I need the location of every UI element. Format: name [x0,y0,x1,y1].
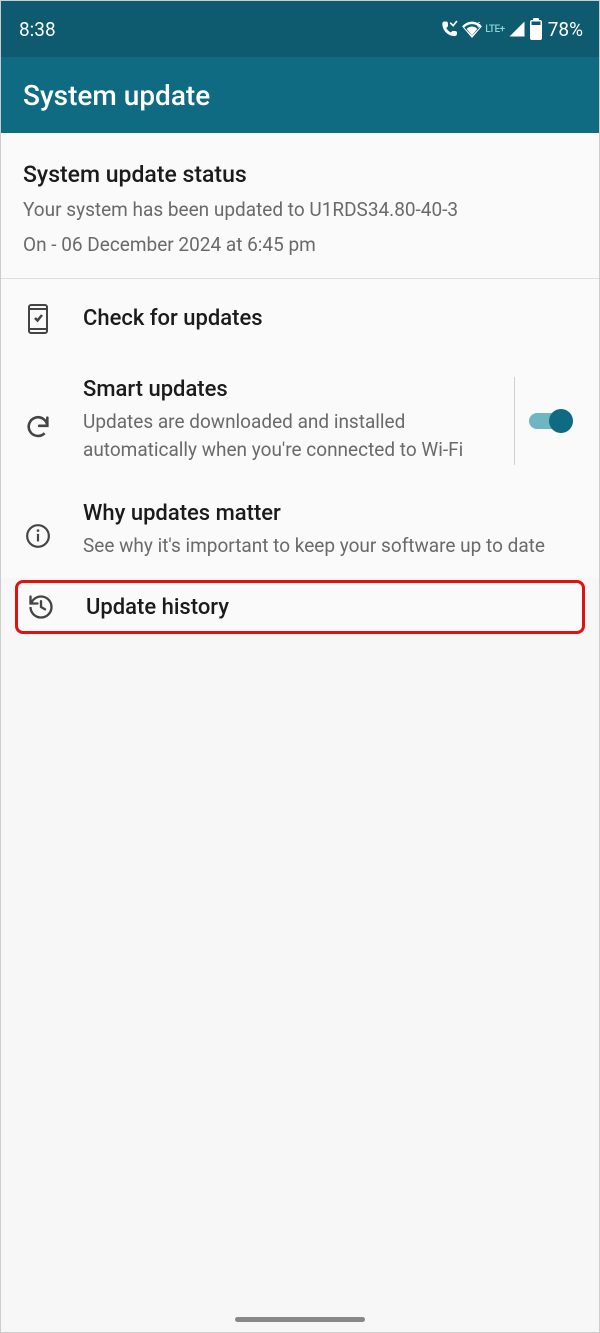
update-status-title: System update status [23,161,577,188]
update-status-section: System update status Your system has bee… [1,133,599,279]
page-title: System update [23,79,210,112]
battery-percentage: 78% [548,18,583,41]
smart-updates-toggle[interactable] [529,409,573,433]
info-icon [23,523,53,549]
check-for-updates-row[interactable]: Check for updates [1,279,599,359]
svg-text:6: 6 [477,20,481,29]
battery-icon [529,18,543,40]
signal-icon [508,20,526,38]
status-bar: 8:38 6 LTE+ 78% [1,1,599,57]
why-matter-label: Why updates matter [83,501,577,526]
update-status-date: On - 06 December 2024 at 6:45 pm [23,233,577,256]
smart-updates-label: Smart updates [83,377,500,402]
smart-updates-row[interactable]: Smart updates Updates are downloaded and… [1,359,599,483]
check-for-updates-label: Check for updates [83,306,577,331]
update-history-label: Update history [86,595,574,620]
smart-updates-desc: Updates are downloaded and installed aut… [83,408,500,465]
why-updates-matter-row[interactable]: Why updates matter See why it's importan… [1,483,599,579]
refresh-icon [23,413,53,441]
history-icon [26,593,56,621]
why-matter-desc: See why it's important to keep your soft… [83,532,577,561]
wifi-calling-icon [439,19,459,39]
status-time: 8:38 [19,18,56,41]
status-icons: 6 LTE+ 78% [439,18,583,41]
wifi-icon: 6 [462,20,482,38]
update-status-message: Your system has been updated to U1RDS34.… [23,196,577,225]
phone-check-icon [23,303,53,335]
page-title-bar: System update [1,57,599,133]
update-history-row[interactable]: Update history [15,580,585,634]
navigation-bar-indicator[interactable] [235,1317,365,1322]
lte-indicator: LTE+ [485,24,504,35]
